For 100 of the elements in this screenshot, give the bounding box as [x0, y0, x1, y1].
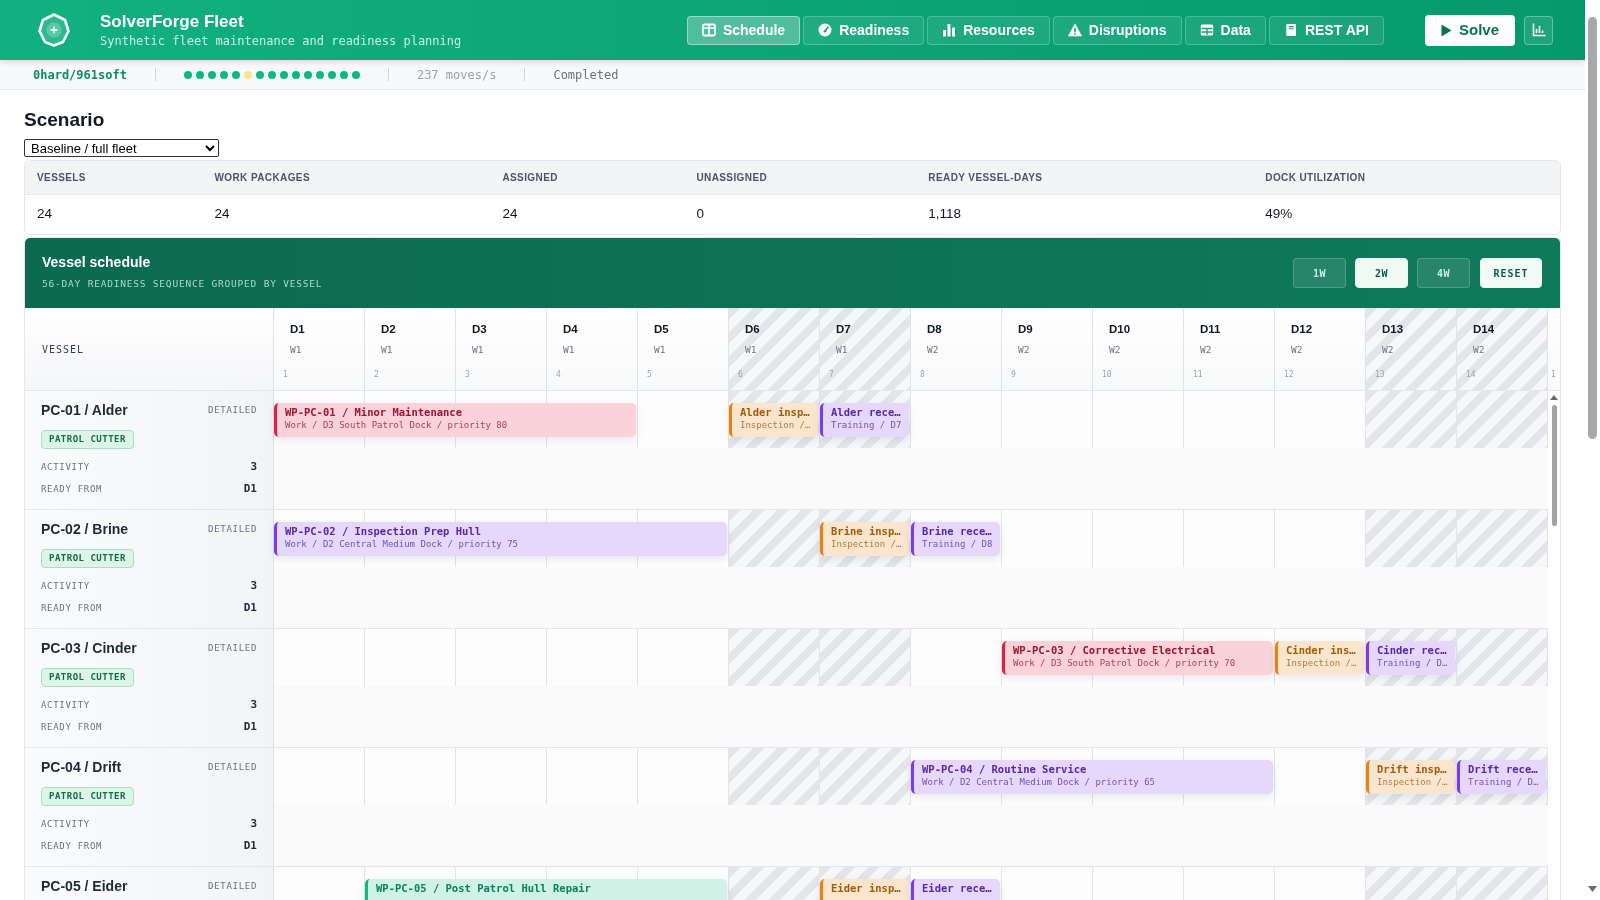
- column-header: VESSEL: [25, 308, 274, 390]
- task-detail: Work / D3 South Patrol Dock / priority 70: [1013, 657, 1237, 669]
- day-label: D7: [836, 322, 852, 337]
- field-label: READY FROM: [41, 840, 103, 852]
- task-bar[interactable]: WP-PC-04 / Routine Service Work / D2 Central Medium Dock / priority 65: [911, 760, 1273, 794]
- week-label: W1: [654, 344, 667, 356]
- nav-tab[interactable]: Disruptions: [1052, 15, 1182, 45]
- task-detail: Work / D2 Central Medium Dock / priority 65: [922, 776, 1156, 788]
- chart-button[interactable]: [1524, 15, 1553, 45]
- vessel-type-tag: PATROL CUTTER: [41, 668, 134, 687]
- day-label: D14: [1473, 322, 1496, 337]
- task-detail: Inspection /…: [1377, 776, 1449, 788]
- nav-tab[interactable]: Readiness: [803, 15, 925, 45]
- task-detail: Training / D8: [922, 538, 994, 550]
- task-bar[interactable]: WP-PC-02 / Inspection Prep Hull Work / D2 Central Medium Dock / priority 75: [274, 522, 727, 556]
- score-text: 0hard/961soft: [33, 66, 127, 84]
- stat-value: 24: [502, 205, 518, 224]
- day-number: 5: [647, 370, 653, 380]
- task-title: Brine insp…: [831, 525, 902, 538]
- day-label: D12: [1291, 322, 1314, 337]
- day-number: 6: [738, 370, 744, 380]
- task-bar[interactable]: Drift rece… Training / D…: [1457, 760, 1546, 794]
- section-heading: Scenario: [24, 108, 106, 131]
- reset-button[interactable]: RESET: [1480, 258, 1542, 288]
- day-number: 2: [374, 370, 380, 380]
- table-icon: [1199, 23, 1214, 37]
- field-value: 3: [250, 580, 257, 592]
- stat-label: ASSIGNED: [502, 171, 558, 185]
- task-bar[interactable]: WP-PC-01 / Minor Maintenance Work / D3 South Patrol Dock / priority 80: [274, 403, 636, 437]
- nav-tab[interactable]: Data: [1184, 15, 1266, 45]
- task-title: WP-PC-02 / Inspection Prep Hull: [285, 525, 482, 538]
- week-label: W1: [472, 344, 485, 356]
- day-label: D1: [290, 322, 306, 337]
- scroll-down-icon[interactable]: [1588, 886, 1597, 892]
- day-label: D13: [1382, 322, 1405, 337]
- scroll-up-icon[interactable]: [1550, 395, 1558, 400]
- scrollbar-thumb[interactable]: [1551, 405, 1557, 526]
- task-detail: Inspection /…: [831, 538, 903, 550]
- week-label: W2: [1382, 344, 1395, 356]
- stat-label: READY VESSEL-DAYS: [928, 171, 1043, 185]
- task-bar[interactable]: Brine rece… Training / D8: [911, 522, 1000, 556]
- zoom-button[interactable]: 2W: [1355, 258, 1408, 288]
- task-bar[interactable]: Cinder rec… Training / D…: [1366, 641, 1455, 675]
- zoom-button[interactable]: 1W: [1293, 258, 1346, 288]
- day-label: D8: [927, 322, 943, 337]
- task-bar[interactable]: WP-PC-05 / Post Patrol Hull Repair: [365, 879, 727, 900]
- day-label: D11: [1200, 322, 1222, 337]
- task-title: Eider insp…: [831, 882, 902, 895]
- field-label: ACTIVITY: [41, 461, 90, 473]
- task-title: Eider rece…: [922, 882, 993, 895]
- bar-chart-icon: [942, 23, 957, 37]
- field-label: ACTIVITY: [41, 699, 90, 711]
- stat-value: 24: [37, 205, 53, 224]
- field-value: D1: [243, 602, 257, 614]
- field-label: READY FROM: [41, 602, 103, 614]
- week-label: W1: [745, 344, 758, 356]
- day-number: 10: [1102, 370, 1113, 380]
- week-label: W1: [290, 344, 303, 356]
- day-label: D6: [745, 322, 761, 337]
- task-detail: Training / D7: [831, 419, 903, 431]
- vessel-name: PC-01 / Alder: [41, 402, 128, 419]
- task-bar[interactable]: Alder insp… Inspection /…: [729, 403, 818, 437]
- warning-icon: [1067, 23, 1082, 37]
- task-bar[interactable]: Brine insp… Inspection /…: [820, 522, 909, 556]
- nav-tab[interactable]: Resources: [927, 15, 1050, 45]
- vessel-name: PC-05 / Eider: [41, 878, 128, 895]
- scenario-select[interactable]: Baseline / full fleet: [24, 139, 219, 157]
- task-title: Drift rece…: [1468, 763, 1539, 776]
- task-bar[interactable]: Alder rece… Training / D7: [820, 403, 909, 437]
- task-title: WP-PC-03 / Corrective Electrical: [1013, 644, 1217, 657]
- scrollbar-thumb[interactable]: [1588, 17, 1597, 439]
- field-label: ACTIVITY: [41, 580, 90, 592]
- task-title: Brine rece…: [922, 525, 993, 538]
- stat-value: 24: [214, 205, 230, 224]
- week-label: W2: [1200, 344, 1213, 356]
- task-bar[interactable]: WP-PC-03 / Corrective Electrical Work / D3 South Patrol Dock / priority 70: [1002, 641, 1273, 675]
- task-bar[interactable]: Eider insp…: [820, 879, 909, 900]
- play-icon: [1440, 23, 1452, 37]
- nav-tab[interactable]: Schedule: [686, 15, 801, 45]
- stat-label: UNASSIGNED: [696, 171, 768, 185]
- columns-icon: [701, 23, 716, 37]
- task-bar[interactable]: Eider rece…: [911, 879, 1000, 900]
- field-value: 3: [250, 818, 257, 830]
- day-number: 12: [1284, 370, 1295, 380]
- nav-tab[interactable]: REST API: [1268, 15, 1384, 45]
- task-title: Cinder rec…: [1377, 644, 1448, 657]
- task-detail: Work / D3 South Patrol Dock / priority 80: [285, 419, 509, 431]
- day-label: D3: [472, 322, 488, 337]
- field-value: D1: [243, 483, 257, 495]
- task-bar[interactable]: Drift insp… Inspection /…: [1366, 760, 1455, 794]
- task-bar[interactable]: Cinder ins… Inspection /…: [1275, 641, 1364, 675]
- field-value: D1: [243, 840, 257, 852]
- zoom-button[interactable]: 4W: [1417, 258, 1470, 288]
- week-label: W2: [1473, 344, 1486, 356]
- stat-label: DOCK UTILIZATION: [1265, 171, 1366, 185]
- solve-button[interactable]: Solve: [1424, 14, 1515, 46]
- mode-label: DETAILED: [208, 403, 257, 417]
- task-title: WP-PC-04 / Routine Service: [922, 763, 1088, 776]
- day-number: 4: [556, 370, 562, 380]
- mode-label: DETAILED: [208, 641, 257, 655]
